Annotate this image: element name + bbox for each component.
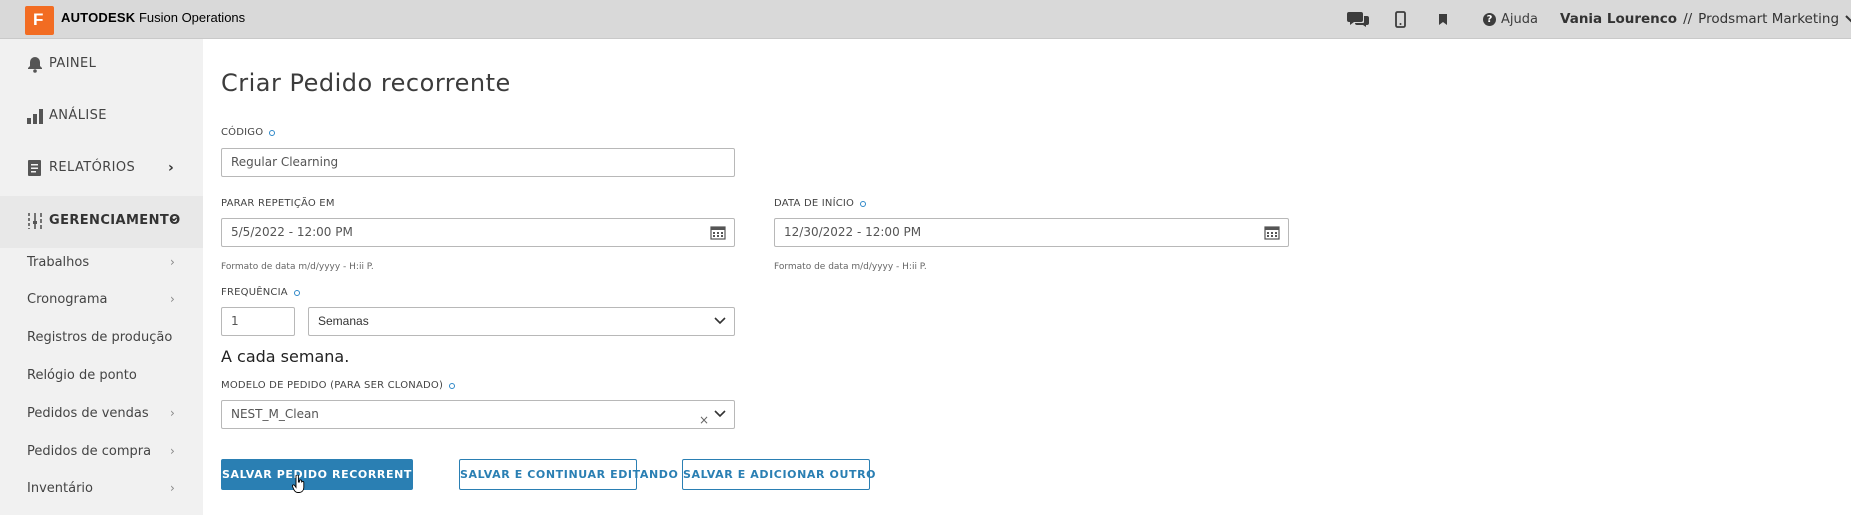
chevron-down-icon: [714, 317, 726, 325]
start-date-value: 12/30/2022 - 12:00 PM: [784, 225, 922, 239]
top-bar: F AUTODESK Fusion Operations ? Ajuda Van…: [0, 0, 1851, 39]
stop-repeat-value: 5/5/2022 - 12:00 PM: [231, 225, 353, 239]
sub-item-cronograma[interactable]: Cronograma ›: [0, 283, 203, 319]
nav-label: RELATÓRIOS: [49, 160, 136, 175]
frequency-label-text: FREQUÊNCIA: [221, 287, 288, 298]
sub-item-label: Relógio de ponto: [27, 368, 137, 383]
template-select[interactable]: NEST_M_Clean ×: [221, 400, 735, 429]
company-name: Prodsmart Marketing: [1698, 11, 1840, 27]
chevron-right-icon: ›: [170, 292, 175, 306]
brand-company: AUTODESK: [61, 10, 136, 25]
user-name: Vania Lourenco: [1560, 11, 1678, 27]
frequency-label: FREQUÊNCIA: [221, 287, 300, 298]
sub-item-pedidos-vendas[interactable]: Pedidos de vendas ›: [0, 397, 203, 433]
clear-icon[interactable]: ×: [699, 407, 709, 434]
required-icon: [860, 200, 867, 207]
required-icon: [449, 382, 456, 389]
question-icon: ?: [1483, 13, 1496, 26]
hand-cursor-icon: [292, 475, 305, 493]
help-label: Ajuda: [1501, 12, 1538, 27]
template-value: NEST_M_Clean: [231, 407, 319, 421]
start-date-input[interactable]: 12/30/2022 - 12:00 PM: [774, 218, 1289, 247]
chevron-right-icon: ›: [170, 444, 175, 458]
template-label: MODELO DE PEDIDO (PARA SER CLONADO): [221, 380, 456, 391]
nav-label: PAINEL: [49, 56, 97, 71]
stop-repeat-label-text: PARAR REPETIÇÃO EM: [221, 198, 335, 209]
sub-item-label: Cronograma: [27, 292, 108, 307]
nav-relatorios[interactable]: RELATÓRIOS ›: [0, 143, 203, 195]
start-date-hint: Formato de data m/d/yyyy - H:ii P.: [774, 262, 927, 272]
nav-painel[interactable]: PAINEL: [0, 39, 203, 91]
sub-item-inventario[interactable]: Inventário ›: [0, 472, 203, 508]
bar-chart-icon: [27, 109, 43, 124]
frequency-unit-select[interactable]: Semanas: [308, 307, 735, 336]
brand-title: AUTODESK Fusion Operations: [61, 10, 245, 25]
main-content: Criar Pedido recorrente CÓDIGO Regular C…: [203, 39, 1851, 515]
stop-repeat-hint: Formato de data m/d/yyyy - H:ii P.: [221, 262, 374, 272]
frequency-number-input[interactable]: 1: [221, 307, 295, 336]
sub-item-relogio[interactable]: Relógio de ponto: [0, 359, 203, 395]
nav-analise[interactable]: ANÁLISE: [0, 91, 203, 143]
save-recurring-order-button[interactable]: SALVAR PEDIDO RECORRENTE: [221, 459, 420, 490]
stop-repeat-label: PARAR REPETIÇÃO EM: [221, 198, 335, 209]
nav-gerenciamento[interactable]: GERENCIAMENTO ⌄: [0, 196, 203, 248]
user-separator: //: [1683, 11, 1693, 27]
save-and-add-another-button[interactable]: SALVAR E ADICIONAR OUTRO: [682, 459, 876, 490]
required-icon: [293, 289, 300, 296]
sub-item-label: Registros de produção: [27, 330, 173, 345]
sub-item-label: Pedidos de vendas: [27, 406, 149, 421]
sub-item-trabalhos[interactable]: Trabalhos ›: [0, 246, 203, 282]
code-value: Regular Clearning: [231, 155, 339, 169]
sidebar: PAINEL ANÁLISE RELATÓRIOS › GERENCIAMENT…: [0, 39, 203, 515]
sub-item-label: Pedidos de compra: [27, 444, 152, 459]
bell-icon: [28, 57, 42, 73]
template-label-text: MODELO DE PEDIDO (PARA SER CLONADO): [221, 380, 444, 391]
chat-icon[interactable]: [1347, 10, 1370, 28]
sub-item-label: Trabalhos: [27, 255, 90, 270]
page-title: Criar Pedido recorrente: [221, 69, 511, 97]
nav-label: GERENCIAMENTO: [49, 213, 181, 228]
code-label: CÓDIGO: [221, 127, 276, 138]
start-date-label-text: DATA DE INÍCIO: [774, 198, 855, 209]
chevron-right-icon: ›: [170, 255, 175, 269]
calendar-icon[interactable]: [1264, 225, 1280, 240]
sub-item-registros[interactable]: Registros de produção: [0, 321, 203, 357]
required-icon: [269, 129, 276, 136]
start-date-label: DATA DE INÍCIO: [774, 198, 867, 209]
fusion-logo[interactable]: F: [25, 6, 54, 35]
sub-item-label: Inventário: [27, 481, 93, 496]
chevron-down-icon: ⌄: [168, 209, 180, 225]
user-menu[interactable]: Vania Lourenco // Prodsmart Marketing: [1560, 11, 1851, 27]
chevron-right-icon: ›: [170, 406, 175, 420]
frequency-number-value: 1: [231, 314, 239, 328]
code-input[interactable]: Regular Clearning: [221, 148, 735, 177]
mobile-icon[interactable]: [1395, 11, 1406, 28]
bookmark-icon[interactable]: [1438, 13, 1448, 26]
code-label-text: CÓDIGO: [221, 127, 264, 138]
chevron-down-icon: [1845, 15, 1851, 23]
help-link[interactable]: ? Ajuda: [1483, 12, 1538, 27]
save-and-continue-button[interactable]: SALVAR E CONTINUAR EDITANDO: [459, 459, 678, 490]
logo-letter: F: [33, 10, 44, 29]
calendar-icon[interactable]: [710, 225, 726, 240]
stop-repeat-input[interactable]: 5/5/2022 - 12:00 PM: [221, 218, 735, 247]
report-icon: [28, 160, 41, 176]
frequency-unit-value: Semanas: [318, 314, 369, 328]
sub-item-pedidos-compra[interactable]: Pedidos de compra ›: [0, 435, 203, 471]
brand-product: Fusion Operations: [138, 10, 246, 25]
nav-label: ANÁLISE: [49, 108, 107, 123]
chevron-right-icon: ›: [170, 481, 175, 495]
chevron-right-icon: ›: [168, 160, 174, 176]
chevron-down-icon[interactable]: [714, 410, 726, 418]
frequency-description: A cada semana.: [221, 347, 350, 366]
sliders-icon: [28, 213, 42, 229]
